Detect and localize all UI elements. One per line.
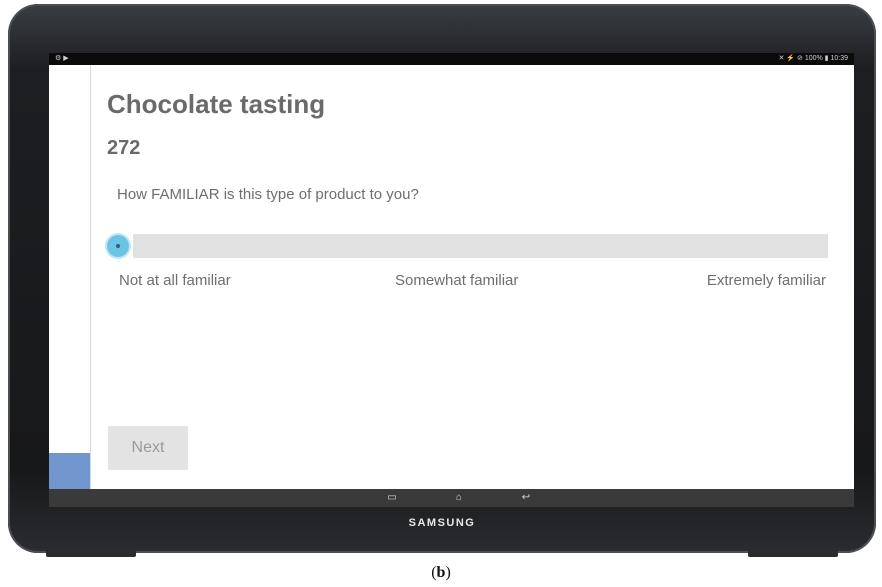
- status-bar: ⚙ ▶ ✕ ⚡ ⊘ 100% ▮ 10:39: [49, 53, 854, 65]
- survey-content: Chocolate tasting 272 How FAMILIAR is th…: [91, 65, 854, 489]
- home-icon[interactable]: ⌂: [452, 491, 466, 505]
- sidebar-accent-block: [49, 453, 90, 489]
- sample-code: 272: [107, 137, 141, 159]
- figure-caption: (b): [0, 564, 882, 582]
- scale-label-high: Extremely familiar: [706, 272, 826, 289]
- tablet-screen: ⚙ ▶ ✕ ⚡ ⊘ 100% ▮ 10:39 Chocolate tasting…: [49, 53, 854, 507]
- status-left-icons: ⚙ ▶: [55, 55, 69, 62]
- scale-label-low: Not at all familiar: [119, 272, 231, 289]
- status-right-icons: ✕ ⚡ ⊘ 100% ▮ 10:39: [778, 55, 848, 62]
- familiarity-slider-thumb[interactable]: [107, 235, 129, 257]
- brand-logo: SAMSUNG: [408, 517, 476, 529]
- back-icon[interactable]: ↩: [519, 491, 533, 505]
- next-button[interactable]: Next: [108, 426, 188, 470]
- stand-left: [46, 549, 136, 557]
- familiarity-slider-track[interactable]: [133, 234, 828, 258]
- sensor-icon: [468, 23, 472, 27]
- tablet-device: ⚙ ▶ ✕ ⚡ ⊘ 100% ▮ 10:39 Chocolate tasting…: [8, 4, 876, 557]
- caption-close-paren: ): [445, 564, 451, 581]
- page-title: Chocolate tasting: [107, 89, 326, 119]
- camera-icon: [451, 23, 455, 27]
- sidebar: [49, 65, 91, 489]
- recent-apps-icon[interactable]: ▭: [385, 491, 399, 505]
- question-text: How FAMILIAR is this type of product to …: [117, 186, 419, 203]
- android-nav-bar: ▭ ⌂ ↩: [49, 489, 854, 507]
- stand-right: [748, 549, 838, 557]
- scale-label-mid: Somewhat familiar: [395, 272, 519, 289]
